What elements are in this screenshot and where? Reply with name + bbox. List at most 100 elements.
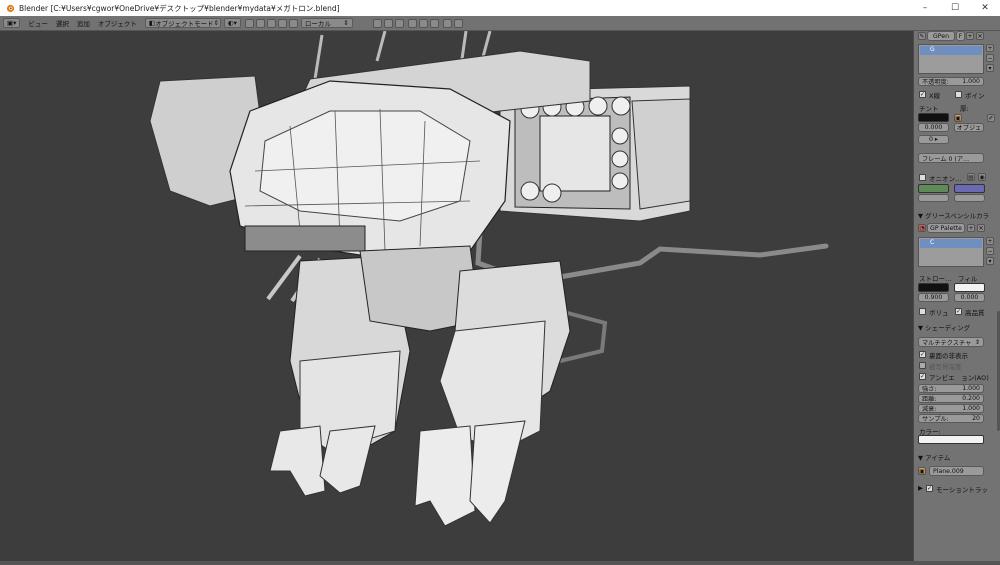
- fill-label: フィル: [958, 275, 978, 283]
- add-icon[interactable]: +: [966, 32, 974, 40]
- maximize-button[interactable]: ☐: [940, 0, 970, 16]
- scale-icon[interactable]: [288, 18, 298, 28]
- points-checkbox[interactable]: [955, 91, 962, 98]
- onion-after-field[interactable]: [954, 194, 985, 202]
- orientation-selector[interactable]: ローカル ⇕: [300, 18, 353, 28]
- lock-icon[interactable]: [407, 18, 417, 28]
- onion-before-field[interactable]: [918, 194, 949, 202]
- color-menu-icon[interactable]: ▾: [986, 257, 994, 265]
- gpen-field[interactable]: GPen: [927, 31, 955, 41]
- list-add-icon[interactable]: +: [986, 44, 994, 52]
- 3d-viewport[interactable]: [0, 31, 913, 561]
- object-data-icon[interactable]: ▣: [954, 114, 962, 122]
- menu-view[interactable]: ビュー: [28, 18, 48, 28]
- fill-opacity-field[interactable]: 0.000: [954, 293, 985, 302]
- volumetric-checkbox[interactable]: [919, 308, 926, 315]
- motion-tracking-expand[interactable]: ▶: [918, 484, 923, 492]
- layer-button-2[interactable]: [383, 18, 393, 28]
- color-item-active[interactable]: C: [920, 239, 982, 248]
- shading-sphere-icon: ◐▾: [227, 19, 237, 27]
- camera-icon[interactable]: [453, 18, 463, 28]
- tint-value-field[interactable]: 0.000: [918, 123, 949, 132]
- eyedropper-icon[interactable]: ✐: [987, 114, 995, 122]
- list-menu-icon[interactable]: ▾: [986, 64, 994, 72]
- menu-select[interactable]: 選択: [56, 18, 69, 28]
- high-quality-checkbox[interactable]: ✓: [955, 308, 962, 315]
- material-mode-selector[interactable]: マルチテクスチャ ⇕: [918, 337, 984, 347]
- onion-skin-label: オニオン…: [929, 175, 962, 183]
- thickness-label: 厚:: [960, 105, 969, 113]
- colors-section-header[interactable]: ▼ グリースペンシルカラ: [918, 210, 989, 220]
- object-selector[interactable]: オブジェ: [954, 123, 984, 132]
- stroke-opacity-field[interactable]: 0.900: [918, 293, 949, 302]
- ao-samples-field[interactable]: サンプル: 20: [918, 414, 984, 423]
- layer-item-active[interactable]: G: [920, 46, 982, 55]
- layer-button-3[interactable]: [394, 18, 404, 28]
- ao-distance-field[interactable]: 距離: 0.200: [918, 394, 984, 403]
- layer-list[interactable]: G: [918, 44, 984, 74]
- layer-letter: G: [930, 46, 935, 53]
- object-icon: ▣: [918, 467, 926, 475]
- palette-delete-icon[interactable]: ✕: [977, 224, 985, 232]
- editor-type-button[interactable]: ▣▾: [3, 18, 21, 28]
- onion-skin-checkbox[interactable]: [919, 174, 926, 181]
- fake-user-toggle[interactable]: F: [956, 31, 965, 41]
- layer-button-1[interactable]: [372, 18, 382, 28]
- blender-logo-icon: [6, 4, 15, 13]
- motion-tracking-label: モーショントラッ: [936, 486, 988, 494]
- list-remove-icon[interactable]: −: [986, 54, 994, 62]
- depth-of-field-checkbox[interactable]: [919, 362, 926, 369]
- item-name-field[interactable]: Plane.009: [929, 466, 984, 476]
- proportional-edit-icon[interactable]: [418, 18, 428, 28]
- minimize-button[interactable]: –: [910, 0, 940, 16]
- onion-before-swatch[interactable]: [918, 184, 949, 193]
- onion-after-swatch[interactable]: [954, 184, 985, 193]
- head-body: [229, 80, 511, 262]
- bottom-timeline-strip: [0, 561, 1000, 565]
- xray-label: X線: [929, 92, 940, 100]
- render-preview-icon[interactable]: [442, 18, 452, 28]
- color-add-icon[interactable]: +: [986, 237, 994, 245]
- ao-attenuation-field[interactable]: 減衰: 1.000: [918, 404, 984, 413]
- palette-field[interactable]: GP Palette: [927, 223, 965, 233]
- ao-strength-field[interactable]: 強さ: 1.000: [918, 384, 984, 393]
- snap-icon[interactable]: [429, 18, 439, 28]
- color-list[interactable]: C: [918, 237, 984, 267]
- window-controls: – ☐ ✕: [910, 0, 1000, 16]
- translate-icon[interactable]: [266, 18, 276, 28]
- item-section-header[interactable]: ▼ アイテム: [918, 452, 950, 462]
- onion-mode-icon[interactable]: ▤: [967, 173, 975, 181]
- close-button[interactable]: ✕: [970, 0, 1000, 16]
- palette-add-icon[interactable]: +: [967, 224, 975, 232]
- motion-tracking-checkbox[interactable]: ✓: [926, 485, 933, 492]
- tint-label: チント: [919, 105, 939, 113]
- frame-field[interactable]: フレーム 0 (ア…: [918, 153, 984, 163]
- opacity-field[interactable]: 不透明度: 1.000: [918, 77, 984, 86]
- updown-arrow-icon: ⇕: [974, 338, 980, 346]
- menu-add[interactable]: 追加: [77, 18, 90, 28]
- pivot-icon[interactable]: [244, 18, 254, 28]
- stroke-color-swatch[interactable]: [918, 283, 949, 292]
- thickness-slider[interactable]: 0 ▸: [918, 135, 949, 144]
- points-label: ポイン: [965, 92, 985, 100]
- mode-selector[interactable]: ◧ オブジェクトモード ⇕: [144, 18, 221, 28]
- pencil-icon[interactable]: ✎: [918, 32, 926, 40]
- rotate-icon[interactable]: [277, 18, 287, 28]
- shading-section-header[interactable]: ▼ シェーディング: [918, 322, 970, 332]
- robot-model-render: [149, 31, 829, 527]
- backface-culling-checkbox[interactable]: ✓: [919, 351, 926, 358]
- ao-color-swatch[interactable]: [918, 435, 984, 444]
- delete-icon[interactable]: ✕: [976, 32, 984, 40]
- menu-object[interactable]: オブジェクト: [98, 18, 137, 28]
- volumetric-label: ボリュ: [929, 309, 949, 317]
- tint-color-swatch[interactable]: [918, 113, 949, 122]
- manipulator-toggle-icon[interactable]: [255, 18, 265, 28]
- view3d-header: ▣▾ ビュー 選択 追加 オブジェクト ◧ オブジェクトモード ⇕ ◐▾ ローカ…: [0, 16, 1000, 31]
- fill-color-swatch[interactable]: [954, 283, 985, 292]
- color-wheel-icon[interactable]: ◉: [978, 173, 986, 181]
- color-remove-icon[interactable]: −: [986, 247, 994, 255]
- viewport-shading-selector[interactable]: ◐▾: [223, 18, 241, 28]
- xray-checkbox[interactable]: ✓: [919, 91, 926, 98]
- ao-checkbox[interactable]: ✓: [919, 373, 926, 380]
- properties-side-panel: ✎ GPen F + ✕ G + − ▾ 不透明度: 1.000 ✓ X線 ポイン…: [913, 31, 1000, 561]
